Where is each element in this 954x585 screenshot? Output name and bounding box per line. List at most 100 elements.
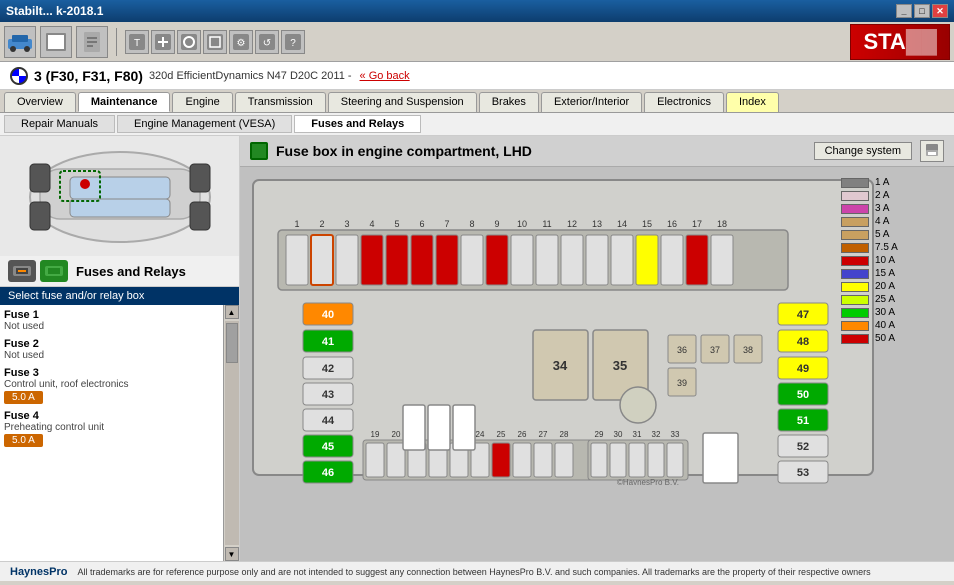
- bmw-logo: [10, 67, 28, 85]
- svg-text:25: 25: [497, 430, 506, 439]
- legend-label: 20 A: [875, 281, 895, 292]
- toolbar-btn-2[interactable]: [151, 30, 175, 54]
- svg-text:10: 10: [517, 219, 527, 229]
- scroll-up[interactable]: ▲: [225, 305, 239, 319]
- svg-text:42: 42: [322, 363, 334, 375]
- subtab-engine-mgmt[interactable]: Engine Management (VESA): [117, 115, 292, 133]
- legend-color: [841, 256, 869, 266]
- toolbar-btn-6[interactable]: ↺: [255, 30, 279, 54]
- legend-color: [841, 321, 869, 331]
- doc-icon[interactable]: [76, 26, 108, 58]
- svg-text:4: 4: [369, 219, 374, 229]
- legend-label: 5 A: [875, 229, 889, 240]
- fuse-desc: Control unit, roof electronics: [4, 379, 219, 390]
- legend: 1 A 2 A 3 A 4 A 5 A 7.5 A 10 A 15 A 20 A: [841, 177, 946, 346]
- tab-brakes[interactable]: Brakes: [479, 92, 539, 112]
- tab-electronics[interactable]: Electronics: [644, 92, 724, 112]
- svg-text:34: 34: [553, 358, 568, 373]
- svg-text:16: 16: [667, 219, 677, 229]
- toolbar-btn-7[interactable]: ?: [281, 30, 305, 54]
- tab-maintenance[interactable]: Maintenance: [78, 92, 171, 112]
- legend-item: 15 A: [841, 268, 946, 279]
- legend-item: 40 A: [841, 320, 946, 331]
- title-text: Stabilt... k-2018.1: [6, 4, 103, 18]
- svg-text:7: 7: [444, 219, 449, 229]
- legend-label: 4 A: [875, 216, 889, 227]
- svg-text:3: 3: [344, 219, 349, 229]
- svg-text:35: 35: [613, 358, 627, 373]
- legend-label: 3 A: [875, 203, 889, 214]
- main-content: Fuses and Relays Select fuse and/or rela…: [0, 136, 954, 561]
- svg-text:14: 14: [617, 219, 627, 229]
- svg-text:6: 6: [419, 219, 424, 229]
- svg-text:2: 2: [319, 219, 324, 229]
- left-panel: Fuses and Relays Select fuse and/or rela…: [0, 136, 240, 561]
- svg-text:24: 24: [476, 430, 485, 439]
- svg-text:28: 28: [560, 430, 569, 439]
- svg-text:50: 50: [797, 389, 809, 401]
- tab-engine[interactable]: Engine: [172, 92, 232, 112]
- fuse-item[interactable]: Fuse 2 Not used: [4, 338, 219, 361]
- legend-item: 25 A: [841, 294, 946, 305]
- svg-text:30: 30: [614, 430, 623, 439]
- fuse-relay-title: Fuses and Relays: [76, 264, 186, 279]
- status-bar: HaynesPro All trademarks are for referen…: [0, 561, 954, 581]
- fuse-item[interactable]: Fuse 1 Not used: [4, 309, 219, 332]
- legend-label: 10 A: [875, 255, 895, 266]
- svg-text:8: 8: [469, 219, 474, 229]
- fuse-item[interactable]: Fuse 4 Preheating control unit 5.0 A: [4, 410, 219, 447]
- svg-text:19: 19: [371, 430, 380, 439]
- legend-color: [841, 230, 869, 240]
- legend-item: 5 A: [841, 229, 946, 240]
- toolbar-btn-4[interactable]: [203, 30, 227, 54]
- legend-color: [841, 178, 869, 188]
- legend-color: [841, 334, 869, 344]
- tab-exterior[interactable]: Exterior/Interior: [541, 92, 642, 112]
- svg-text:20: 20: [392, 430, 401, 439]
- toolbar-btn-3[interactable]: [177, 30, 201, 54]
- scroll-thumb[interactable]: [226, 323, 238, 363]
- legend-label: 50 A: [875, 333, 895, 344]
- nav-tabs: Overview Maintenance Engine Transmission…: [0, 90, 954, 113]
- legend-item: 20 A: [841, 281, 946, 292]
- svg-text:27: 27: [539, 430, 548, 439]
- toolbar-btn-5[interactable]: ⚙: [229, 30, 253, 54]
- car-icon[interactable]: [4, 26, 36, 58]
- legend-label: 2 A: [875, 190, 889, 201]
- legend-item: 10 A: [841, 255, 946, 266]
- svg-text:15: 15: [642, 219, 652, 229]
- fuse-list: Fuse 1 Not used Fuse 2 Not used Fuse 3 C…: [0, 305, 223, 561]
- tab-index[interactable]: Index: [726, 92, 779, 112]
- legend-item: 50 A: [841, 333, 946, 344]
- legend-item: 1 A: [841, 177, 946, 188]
- fuse-item[interactable]: Fuse 3 Control unit, roof electronics 5.…: [4, 367, 219, 404]
- subtab-fuses[interactable]: Fuses and Relays: [294, 115, 421, 133]
- print-button[interactable]: [920, 140, 944, 162]
- tab-steering[interactable]: Steering and Suspension: [328, 92, 477, 112]
- close-button[interactable]: ✕: [932, 4, 948, 18]
- car-diagram: [0, 136, 239, 256]
- minimize-button[interactable]: _: [896, 4, 912, 18]
- svg-text:9: 9: [494, 219, 499, 229]
- scrollbar[interactable]: ▲ ▼: [223, 305, 239, 561]
- tab-transmission[interactable]: Transmission: [235, 92, 326, 112]
- right-panel: Fuse box in engine compartment, LHD Chan…: [240, 136, 954, 561]
- tab-overview[interactable]: Overview: [4, 92, 76, 112]
- book-icon[interactable]: [40, 26, 72, 58]
- svg-text:32: 32: [652, 430, 661, 439]
- subtab-repair[interactable]: Repair Manuals: [4, 115, 115, 133]
- change-system-button[interactable]: Change system: [814, 142, 912, 160]
- svg-text:53: 53: [797, 467, 809, 479]
- svg-text:↺: ↺: [263, 38, 271, 49]
- legend-item: 3 A: [841, 203, 946, 214]
- svg-text:37: 37: [710, 345, 720, 355]
- fuse-icon-2: [40, 260, 68, 282]
- go-back-link[interactable]: « Go back: [360, 70, 410, 82]
- svg-text:5: 5: [394, 219, 399, 229]
- toolbar-btn-1[interactable]: T: [125, 30, 149, 54]
- scroll-down[interactable]: ▼: [225, 547, 239, 561]
- legend-item: 4 A: [841, 216, 946, 227]
- legend-color: [841, 308, 869, 318]
- vehicle-bar: 3 (F30, F31, F80) 320d EfficientDynamics…: [0, 62, 954, 90]
- maximize-button[interactable]: □: [914, 4, 930, 18]
